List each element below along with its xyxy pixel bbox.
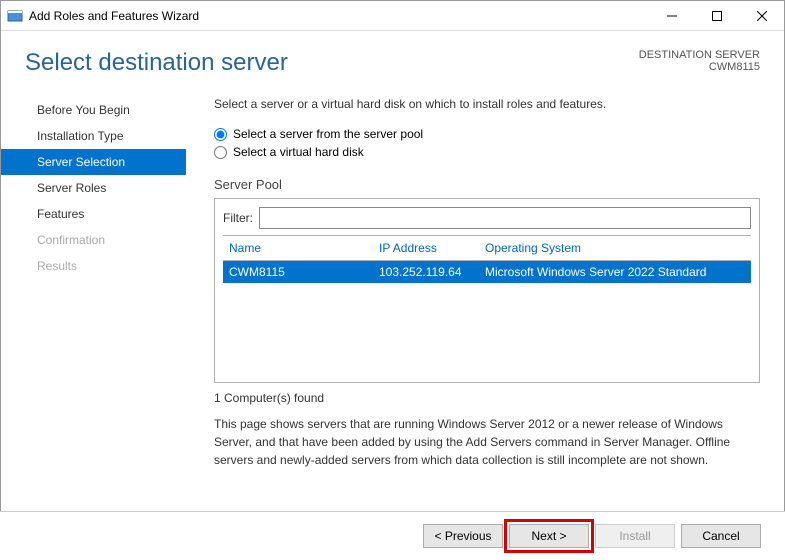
server-pool-box: Filter: Name IP Address Operating System… (214, 198, 760, 383)
table-header: Name IP Address Operating System (223, 235, 751, 261)
filter-label: Filter: (223, 211, 253, 225)
maximize-button[interactable] (694, 1, 739, 30)
destination-info: DESTINATION SERVER CWM8115 (639, 49, 760, 73)
footer: < Previous Next > Install Cancel (0, 511, 785, 560)
cell-ip: 103.252.119.64 (373, 265, 479, 279)
header: Select destination server DESTINATION SE… (1, 31, 784, 97)
instruction-text: Select a server or a virtual hard disk o… (214, 97, 760, 111)
step-installation-type[interactable]: Installation Type (1, 123, 186, 149)
destination-value: CWM8115 (639, 61, 760, 73)
minimize-button[interactable] (649, 1, 694, 30)
cell-name: CWM8115 (223, 265, 373, 279)
radio-server-pool[interactable]: Select a server from the server pool (214, 125, 760, 143)
window-title: Add Roles and Features Wizard (29, 9, 649, 23)
col-os[interactable]: Operating System (479, 241, 751, 255)
close-button[interactable] (739, 1, 784, 30)
note-text: This page shows servers that are running… (214, 415, 760, 469)
step-server-roles[interactable]: Server Roles (1, 175, 186, 201)
next-button[interactable]: Next > (509, 524, 589, 548)
wizard-icon (7, 8, 23, 24)
radio-vhd[interactable]: Select a virtual hard disk (214, 143, 760, 161)
server-pool-label: Server Pool (214, 177, 760, 192)
step-confirmation: Confirmation (1, 227, 186, 253)
step-results: Results (1, 253, 186, 279)
previous-button[interactable]: < Previous (423, 524, 503, 548)
filter-input[interactable] (259, 207, 751, 229)
main-panel: Select a server or a virtual hard disk o… (186, 97, 760, 477)
table-row[interactable]: CWM8115 103.252.119.64 Microsoft Windows… (223, 261, 751, 283)
step-features[interactable]: Features (1, 201, 186, 227)
radio-server-pool-input[interactable] (214, 128, 227, 141)
col-ip[interactable]: IP Address (373, 241, 479, 255)
radio-server-pool-label: Select a server from the server pool (233, 127, 423, 141)
radio-vhd-input[interactable] (214, 146, 227, 159)
step-server-selection[interactable]: Server Selection (1, 149, 186, 175)
step-before-you-begin[interactable]: Before You Begin (1, 97, 186, 123)
cancel-button[interactable]: Cancel (681, 524, 761, 548)
table-body: CWM8115 103.252.119.64 Microsoft Windows… (223, 261, 751, 374)
destination-label: DESTINATION SERVER (639, 49, 760, 61)
radio-vhd-label: Select a virtual hard disk (233, 145, 364, 159)
cell-os: Microsoft Windows Server 2022 Standard (479, 265, 751, 279)
page-title: Select destination server (25, 49, 288, 77)
col-name[interactable]: Name (223, 241, 373, 255)
install-button: Install (595, 524, 675, 548)
titlebar: Add Roles and Features Wizard (1, 1, 784, 31)
sidebar: Before You Begin Installation Type Serve… (1, 97, 186, 477)
computers-found: 1 Computer(s) found (214, 391, 760, 405)
